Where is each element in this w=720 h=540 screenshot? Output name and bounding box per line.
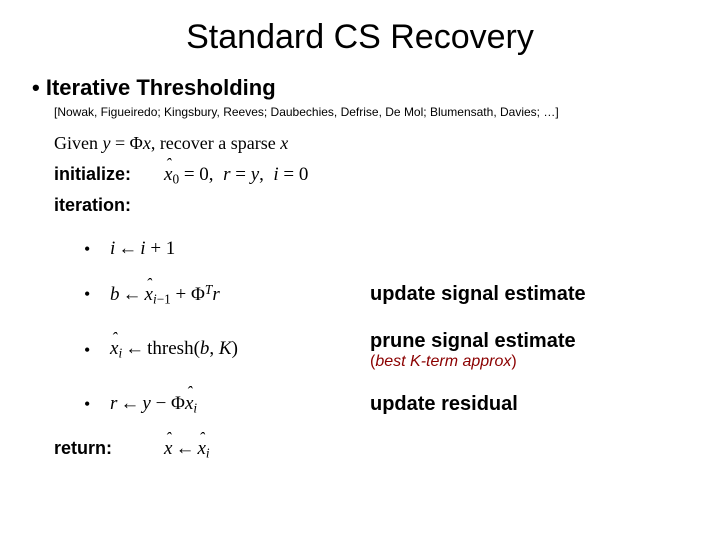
- comment-update-signal: update signal estimate: [370, 283, 586, 306]
- step-prune-signal-expr: xi←thresh(b, K): [110, 338, 370, 361]
- initialize-label: initialize:: [54, 164, 164, 185]
- given-line: Given y = Φx, recover a sparse x: [54, 133, 692, 154]
- iteration-steps: • i←i + 1 • b←xi−1 + ΦTr update signal e…: [84, 238, 692, 416]
- bullet-icon: •: [84, 394, 110, 415]
- slide-title: Standard CS Recovery: [28, 18, 692, 57]
- bullet-icon: •: [84, 340, 110, 361]
- return-expr: x←xi: [164, 438, 210, 461]
- iteration-row: iteration:: [54, 195, 692, 216]
- math-content: Given y = Φx, recover a sparse x initial…: [54, 133, 692, 461]
- step-update-signal: • b←xi−1 + ΦTr update signal estimate: [84, 282, 692, 307]
- section-heading: Iterative Thresholding: [32, 75, 692, 101]
- return-row: return: x←xi: [54, 438, 692, 461]
- comment-prune-sub: (best K-term approx): [370, 353, 576, 371]
- step-update-residual-expr: r←y − Φxi: [110, 393, 370, 416]
- bullet-icon: •: [84, 239, 110, 260]
- comment-prune-signal: prune signal estimate: [370, 330, 576, 353]
- initialize-expr: x0 = 0, r = y, i = 0: [164, 164, 308, 187]
- step-update-residual: • r←y − Φxi update residual: [84, 393, 692, 416]
- step-increment-expr: i←i + 1: [110, 238, 370, 260]
- citation-line: [Nowak, Figueiredo; Kingsbury, Reeves; D…: [54, 105, 692, 119]
- comment-update-residual: update residual: [370, 393, 518, 416]
- step-update-signal-expr: b←xi−1 + ΦTr: [110, 282, 370, 307]
- given-mid: , recover a sparse: [151, 133, 280, 153]
- bullet-icon: •: [84, 284, 110, 305]
- step-increment: • i←i + 1: [84, 238, 692, 260]
- step-prune-signal: • xi←thresh(b, K) prune signal estimate …: [84, 330, 692, 371]
- return-label: return:: [54, 438, 164, 459]
- iteration-label: iteration:: [54, 195, 164, 216]
- given-prefix: Given: [54, 133, 103, 153]
- initialize-row: initialize: x0 = 0, r = y, i = 0: [54, 164, 692, 187]
- comment-prune-block: prune signal estimate (best K-term appro…: [370, 330, 576, 371]
- slide: Standard CS Recovery Iterative Threshold…: [0, 0, 720, 540]
